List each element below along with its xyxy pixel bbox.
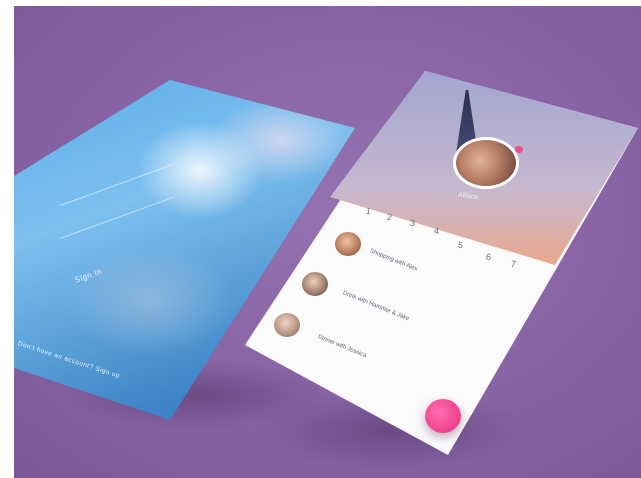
mockup-stage: Sign In Don't have an account? Sign up A… bbox=[0, 0, 641, 478]
frame-edge-top bbox=[0, 0, 641, 6]
notification-dot-icon bbox=[515, 146, 523, 153]
list-item-avatar bbox=[302, 272, 328, 296]
add-action-button[interactable] bbox=[425, 399, 461, 433]
list-item-avatar bbox=[335, 232, 361, 256]
frame-edge-left bbox=[0, 0, 14, 478]
profile-avatar[interactable] bbox=[453, 137, 519, 189]
list-item-avatar bbox=[274, 313, 300, 337]
